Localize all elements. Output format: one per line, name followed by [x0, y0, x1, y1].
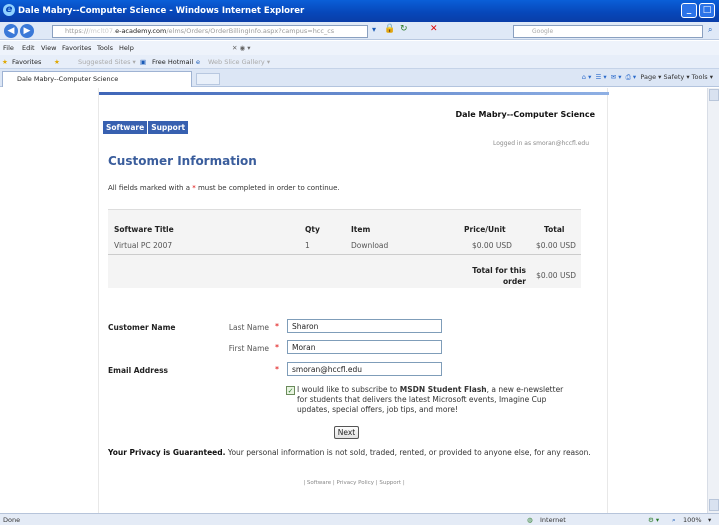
- forward-icon[interactable]: ▶: [20, 24, 34, 38]
- footer-links[interactable]: | Software | Privacy Policy | Support |: [99, 480, 609, 486]
- row-price: $0.00 USD: [472, 241, 512, 250]
- col-price: Price/Unit: [464, 225, 506, 234]
- window-titlebar: e Dale Mabry--Computer Science - Windows…: [0, 0, 719, 22]
- note-suffix: must be completed in order to continue.: [197, 184, 340, 192]
- ie-icon: e: [3, 4, 15, 16]
- web-slice-link[interactable]: Web Slice Gallery ▾: [208, 58, 270, 66]
- minimize-button[interactable]: _: [681, 3, 697, 18]
- email-field[interactable]: [287, 362, 442, 376]
- address-dropdown-icon[interactable]: ▾: [372, 25, 376, 34]
- first-name-label: First Name: [228, 344, 269, 353]
- scroll-up-icon[interactable]: [709, 89, 719, 101]
- web-slice-icon: e: [196, 58, 200, 66]
- tab-title: Dale Mabry--Computer Science: [17, 75, 119, 83]
- refresh-icon[interactable]: ↻: [400, 24, 408, 34]
- next-button[interactable]: Next: [334, 426, 359, 439]
- window-title: Dale Mabry--Computer Science - Windows I…: [18, 6, 305, 16]
- first-name-required: *: [275, 343, 279, 352]
- subscribe-pre: I would like to subscribe to: [297, 385, 398, 394]
- zone-label: Internet: [540, 516, 566, 524]
- order-total-value: $0.00 USD: [536, 271, 576, 280]
- menu-file[interactable]: File: [3, 44, 14, 52]
- hotmail-link[interactable]: Free Hotmail: [152, 58, 193, 66]
- address-toolbar: ◀ ▶ https:///mclt07.e-academy.com/elms/O…: [0, 22, 719, 40]
- privacy-text: Your personal information is not sold, t…: [227, 448, 591, 457]
- row-item: Download: [351, 241, 389, 250]
- status-text: Done: [3, 516, 21, 524]
- menu-tools[interactable]: Tools: [97, 44, 113, 52]
- note-star: *: [192, 184, 196, 192]
- email-label: Email Address: [108, 366, 169, 375]
- url-scheme: https://: [65, 27, 89, 35]
- search-icon[interactable]: ⌕: [708, 25, 712, 35]
- last-name-field[interactable]: [287, 319, 442, 333]
- subscribe-checkbox[interactable]: ✓: [286, 386, 295, 395]
- row-total: $0.00 USD: [536, 241, 576, 250]
- convert-icon[interactable]: ✕ ◉ ▾: [232, 44, 251, 52]
- customer-name-label: Customer Name: [108, 323, 176, 332]
- url-path: /elms/Orders/OrderBillingInfo.aspx?campu…: [166, 27, 335, 35]
- row-title: Virtual PC 2007: [114, 241, 173, 250]
- menu-help[interactable]: Help: [119, 44, 134, 52]
- row-qty: 1: [305, 241, 310, 250]
- url-domain: e-academy.com: [115, 27, 167, 35]
- favorites-bar: ★ Favorites ★ Suggested Sites ▾ ▣ Free H…: [0, 55, 719, 69]
- search-placeholder: Google: [532, 28, 554, 35]
- logged-in-text: Logged in as smoran@hccfl.edu: [493, 140, 589, 147]
- last-name-required: *: [275, 322, 279, 331]
- privacy-heading: Your Privacy is Guaranteed.: [108, 448, 226, 457]
- favorites-star-icon: ★: [2, 58, 8, 66]
- content-panel: Software Support Dale Mabry--Computer Sci…: [98, 88, 609, 513]
- status-bar: Done ◍ Internet ⚙ ▾ ⌕ 100% ▾: [0, 513, 719, 525]
- menu-edit[interactable]: Edit: [22, 44, 35, 52]
- hotmail-icon: ▣: [140, 58, 147, 66]
- scroll-down-icon[interactable]: [709, 499, 719, 511]
- command-bar-labels: Page ▾ Safety ▾ Tools ▾: [640, 73, 713, 81]
- back-icon[interactable]: ◀: [4, 24, 18, 38]
- menu-favorites[interactable]: Favorites: [62, 44, 91, 52]
- note-prefix: All fields marked with a: [108, 184, 191, 192]
- internet-zone-icon: ◍: [527, 516, 533, 524]
- address-bar[interactable]: https:///mclt07.e-academy.com/elms/Order…: [52, 25, 368, 38]
- zoom-icon[interactable]: ⌕: [672, 516, 676, 525]
- lock-icon[interactable]: 🔒: [384, 24, 395, 34]
- command-bar[interactable]: ⌂ ▾ ☰ ▾ ✉ ▾ ⎙ ▾ Page ▾ Safety ▾ Tools ▾: [582, 73, 713, 82]
- menu-view[interactable]: View: [41, 44, 56, 52]
- header-bar: [99, 92, 609, 95]
- col-software-title: Software Title: [114, 225, 174, 234]
- suggested-sites-link[interactable]: Suggested Sites ▾: [78, 58, 136, 66]
- add-favorite-icon[interactable]: ★: [54, 58, 60, 66]
- last-name-label: Last Name: [228, 323, 269, 332]
- stop-icon[interactable]: ✕: [430, 24, 438, 34]
- vertical-scrollbar[interactable]: [707, 88, 719, 513]
- order-total-label: Total for this order: [472, 266, 526, 286]
- site-nav: Software Support: [103, 121, 189, 135]
- search-input[interactable]: Google: [513, 25, 703, 38]
- required-note: All fields marked with a * must be compl…: [108, 184, 340, 192]
- nav-support[interactable]: Support: [148, 121, 189, 134]
- email-required: *: [275, 365, 279, 374]
- tab-bar: Dale Mabry--Computer Science ⌂ ▾ ☰ ▾ ✉ ▾…: [0, 69, 719, 87]
- zoom-level[interactable]: 100%: [683, 516, 702, 524]
- table-divider: [108, 254, 581, 255]
- nav-software[interactable]: Software: [103, 121, 148, 134]
- col-qty: Qty: [305, 225, 320, 234]
- page-viewport: Software Support Dale Mabry--Computer Sci…: [0, 88, 707, 513]
- order-table: Software Title Qty Item Price/Unit Total…: [108, 209, 581, 288]
- protected-mode-icon[interactable]: ⚙ ▾: [648, 516, 659, 524]
- privacy-notice: Your Privacy is Guaranteed. Your persona…: [108, 448, 598, 458]
- maximize-button[interactable]: □: [699, 3, 715, 18]
- tab-current[interactable]: Dale Mabry--Computer Science: [2, 71, 192, 87]
- menu-bar: File Edit View Favorites Tools Help ✕ ◉ …: [0, 41, 719, 55]
- first-name-field[interactable]: [287, 340, 442, 354]
- subscribe-bold: MSDN Student Flash: [399, 385, 487, 394]
- page-title: Customer Information: [108, 154, 257, 168]
- site-title: Dale Mabry--Computer Science: [455, 110, 595, 119]
- subscribe-text: I would like to subscribe to MSDN Studen…: [297, 385, 565, 415]
- col-total: Total: [544, 225, 565, 234]
- col-item: Item: [351, 225, 371, 234]
- new-tab-button[interactable]: [196, 73, 220, 85]
- zoom-dropdown-icon[interactable]: ▾: [708, 516, 711, 524]
- favorites-label[interactable]: Favorites: [12, 58, 41, 66]
